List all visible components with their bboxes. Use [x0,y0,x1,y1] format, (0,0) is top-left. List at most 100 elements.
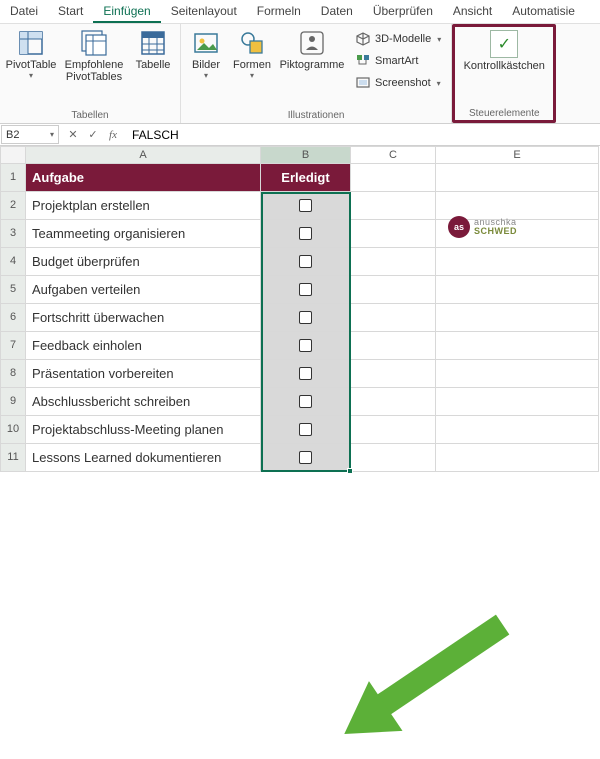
tabelle-button[interactable]: Tabelle [130,26,176,74]
cell[interactable] [351,416,436,444]
empfohlene-pivottables-button[interactable]: Empfohlene PivotTables [60,26,128,86]
task-cell[interactable]: Fortschritt überwachen [26,304,261,332]
checkbox-cell[interactable] [261,220,351,248]
row-header[interactable]: 4 [0,248,26,276]
cell[interactable] [436,416,599,444]
row-header[interactable]: 10 [0,416,26,444]
checkbox-cell[interactable] [261,444,351,472]
cell[interactable] [351,332,436,360]
task-cell[interactable]: Feedback einholen [26,332,261,360]
checkbox-cell[interactable] [261,388,351,416]
checkbox-cell[interactable] [261,332,351,360]
checkbox-cell[interactable] [261,248,351,276]
chevron-down-icon: ▾ [204,71,208,80]
selection-fill-handle[interactable] [347,468,353,474]
cell[interactable] [351,388,436,416]
formen-button[interactable]: Formen ▾ [229,26,275,83]
task-cell[interactable]: Abschlussbericht schreiben [26,388,261,416]
col-header-E[interactable]: E [436,146,599,164]
row-header[interactable]: 1 [0,164,26,192]
row-header[interactable]: 5 [0,276,26,304]
cell[interactable] [351,276,436,304]
task-cell[interactable]: Aufgaben verteilen [26,276,261,304]
tab-seitenlayout[interactable]: Seitenlayout [161,0,247,23]
col-header-C[interactable]: C [351,146,436,164]
fx-button[interactable]: fx [104,126,122,144]
chevron-down-icon: ▾ [250,71,254,80]
bilder-button[interactable]: Bilder ▾ [185,26,227,83]
name-box[interactable]: B2 ▾ [1,125,59,144]
cell[interactable] [436,304,599,332]
column-headers: A B C E [0,146,600,164]
row-header[interactable]: 2 [0,192,26,220]
cell[interactable] [436,248,599,276]
accept-formula-button[interactable]: ✓ [84,126,102,144]
checkbox-empty-icon [299,339,312,352]
row-header[interactable]: 8 [0,360,26,388]
brand-logo: as anuschka SCHWED [448,216,517,238]
cell[interactable] [351,220,436,248]
worksheet-grid: A B C E 1 Aufgabe Erledigt 2Projektplan … [0,146,600,472]
task-cell[interactable]: Lessons Learned dokumentieren [26,444,261,472]
checkbox-cell[interactable] [261,276,351,304]
piktogramme-button[interactable]: Piktogramme [277,26,347,74]
tab-formeln[interactable]: Formeln [247,0,311,23]
smartart-button[interactable]: SmartArt [351,51,445,71]
task-cell[interactable]: Projektplan erstellen [26,192,261,220]
tab-automatisieren[interactable]: Automatisie [502,0,585,23]
pivottable-button[interactable]: PivotTable ▾ [4,26,58,83]
tab-ueberpruefen[interactable]: Überprüfen [363,0,443,23]
chevron-down-icon: ▾ [50,130,54,139]
checkbox-cell[interactable] [261,192,351,220]
cell[interactable] [436,388,599,416]
formula-bar: B2 ▾ ✕ ✓ fx [0,124,600,146]
row-header[interactable]: 7 [0,332,26,360]
cube-icon [355,31,371,47]
cell[interactable] [351,192,436,220]
checkbox-empty-icon [299,367,312,380]
tab-start[interactable]: Start [48,0,93,23]
tab-datei[interactable]: Datei [0,0,48,23]
cell[interactable] [436,444,599,472]
task-cell[interactable]: Projektabschluss-Meeting planen [26,416,261,444]
checkbox-cell[interactable] [261,304,351,332]
logo-badge: as [448,216,470,238]
icons-icon [298,29,326,57]
cell[interactable] [351,360,436,388]
cancel-formula-button[interactable]: ✕ [64,126,82,144]
checkbox-empty-icon [299,423,312,436]
cell[interactable] [351,304,436,332]
row-header[interactable]: 6 [0,304,26,332]
checkbox-cell[interactable] [261,416,351,444]
task-cell[interactable]: Budget überprüfen [26,248,261,276]
row-header[interactable]: 9 [0,388,26,416]
checkbox-cell[interactable] [261,360,351,388]
cell[interactable] [436,276,599,304]
col-header-B[interactable]: B [261,146,351,164]
group-label-illustrationen: Illustrationen [185,109,447,122]
header-task[interactable]: Aufgabe [26,164,261,192]
cell[interactable] [436,332,599,360]
select-all-corner[interactable] [0,146,26,164]
screenshot-button[interactable]: Screenshot ▾ [351,73,445,93]
pikto-label: Piktogramme [280,59,345,71]
check-icon: ✓ [88,128,97,141]
3d-modelle-button[interactable]: 3D-Modelle ▾ [351,29,445,49]
kontrollkaestchen-button[interactable]: ✓ Kontrollkästchen [459,27,549,75]
row-header[interactable]: 3 [0,220,26,248]
header-done[interactable]: Erledigt [261,164,351,192]
cell[interactable] [351,248,436,276]
cell[interactable] [351,444,436,472]
cell[interactable] [436,360,599,388]
tab-ansicht[interactable]: Ansicht [443,0,502,23]
cell[interactable] [351,164,436,192]
col-header-A[interactable]: A [26,146,261,164]
tab-daten[interactable]: Daten [311,0,363,23]
task-cell[interactable]: Teammeeting organisieren [26,220,261,248]
row-header[interactable]: 11 [0,444,26,472]
cell[interactable] [436,164,599,192]
tab-einfuegen[interactable]: Einfügen [93,0,160,23]
picture-icon [192,29,220,57]
formula-input[interactable] [126,124,600,145]
task-cell[interactable]: Präsentation vorbereiten [26,360,261,388]
